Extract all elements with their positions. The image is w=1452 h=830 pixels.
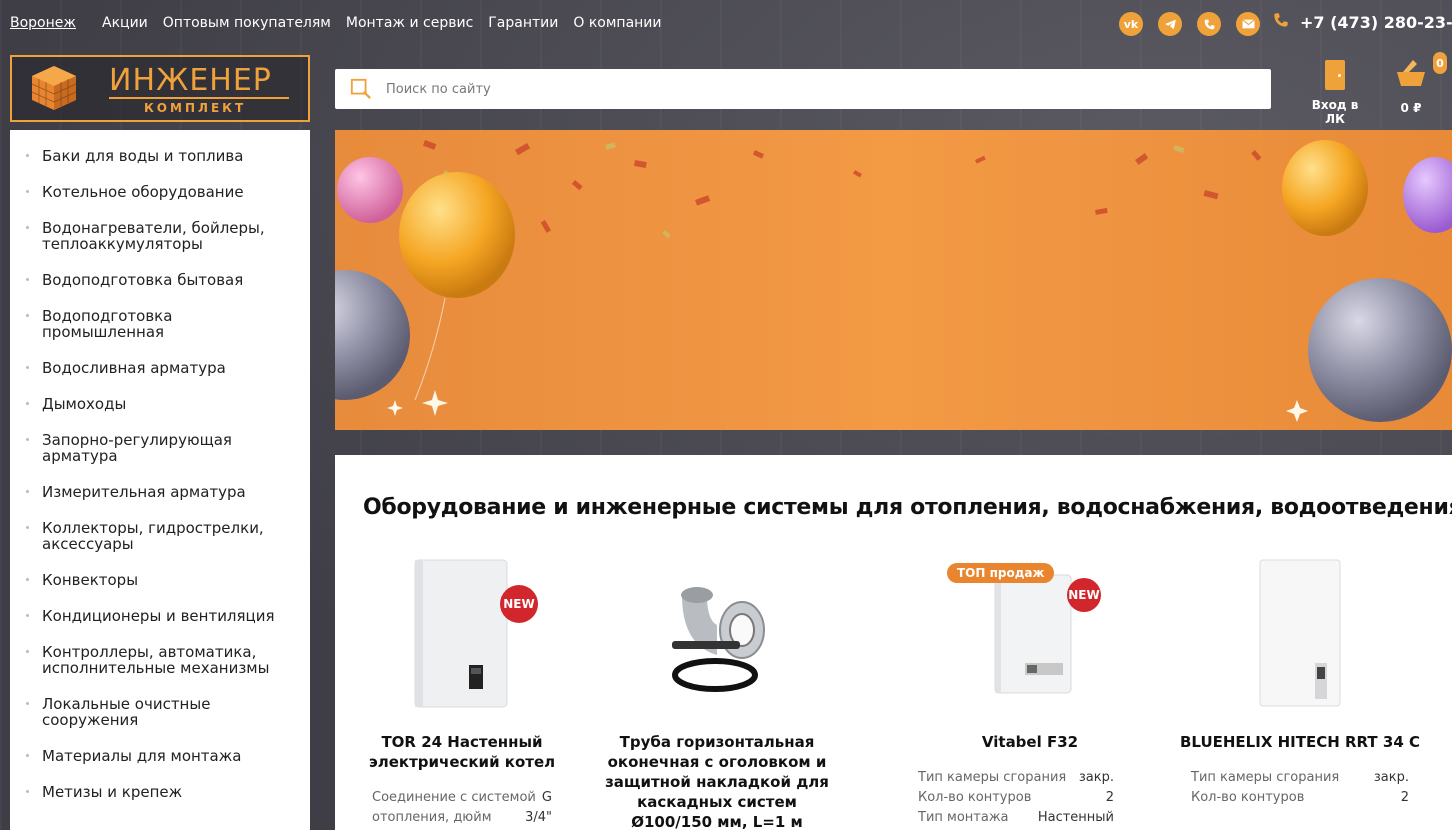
nav-link-promotions[interactable]: Акции: [102, 15, 148, 31]
door-icon: [1325, 60, 1345, 90]
search-icon[interactable]: [350, 78, 372, 100]
logo-divider: [109, 97, 289, 99]
category-item[interactable]: Запорно-регулирующая арматура: [10, 432, 310, 464]
site-logo[interactable]: ИНЖЕНЕР КОМПЛЕКТ: [10, 55, 310, 122]
category-item[interactable]: Водосливная арматура: [10, 360, 310, 376]
product-name[interactable]: Vitabel F32: [910, 732, 1150, 752]
category-item[interactable]: Водонагреватели, бойлеры, теплоаккумулят…: [10, 220, 310, 252]
nav-link-about[interactable]: О компании: [573, 15, 661, 31]
category-item[interactable]: Баки для воды и топлива: [10, 148, 310, 164]
product-specs: Соединение с системой G отопления, дюйм 3/…: [342, 788, 582, 828]
city-selector[interactable]: Воронеж: [10, 15, 76, 31]
category-sidebar: Баки для воды и топлива Котельное оборуд…: [10, 130, 310, 830]
product-specs: Тип камеры сгорания закр. Кол-во контуров…: [910, 768, 1150, 828]
social-links: vk: [1119, 12, 1260, 36]
spec-row: Тип камеры сгорания закр.: [1191, 770, 1409, 785]
boiler-image: [414, 559, 508, 708]
login-label: Вход в ЛК: [1311, 98, 1359, 126]
category-item[interactable]: Котельное оборудование: [10, 184, 310, 200]
category-item[interactable]: Водоподготовка промышленная: [10, 308, 310, 340]
new-badge: NEW: [1067, 578, 1101, 612]
spec-row: Соединение с системой G: [372, 790, 552, 805]
product-image[interactable]: [1225, 555, 1375, 710]
promo-banner[interactable]: [335, 130, 1452, 430]
cart-button[interactable]: 0 ₽: [1390, 58, 1432, 115]
spec-row: отопления, дюйм 3/4": [372, 810, 552, 825]
product-card[interactable]: Труба горизонтальная оконечная с оголовк…: [597, 555, 837, 830]
new-badge: NEW: [500, 585, 538, 623]
product-card[interactable]: NEW TOR 24 Настенный электрический котел…: [342, 555, 582, 828]
product-card[interactable]: BLUEHELIX HITECH RRT 34 C Тип камеры сго…: [1180, 555, 1420, 808]
search-input[interactable]: [386, 81, 1186, 97]
account-login[interactable]: Вход в ЛК: [1300, 60, 1370, 126]
product-image[interactable]: [642, 555, 792, 710]
cart-count-badge: 0: [1433, 52, 1447, 74]
boiler-image: [1259, 559, 1341, 707]
category-item[interactable]: Водоподготовка бытовая: [10, 272, 310, 288]
top-sales-badge: ТОП продаж: [947, 563, 1055, 583]
category-item[interactable]: Коллекторы, гидрострелки, аксессуары: [10, 520, 310, 552]
phone-number[interactable]: +7 (473) 280-23-23: [1300, 13, 1452, 32]
product-name[interactable]: TOR 24 Настенный электрический котел: [342, 732, 582, 772]
pipe-elbow-image: [672, 587, 765, 692]
product-name[interactable]: Труба горизонтальная оконечная с оголовк…: [597, 732, 837, 830]
telegram-icon[interactable]: [1158, 12, 1182, 36]
spec-row: Тип камеры сгорания закр.: [918, 770, 1114, 785]
category-item[interactable]: Измерительная арматура: [10, 484, 310, 500]
category-item[interactable]: Дымоходы: [10, 396, 310, 412]
spec-row: Кол-во контуров 2: [1191, 790, 1409, 805]
category-item[interactable]: Контроллеры, автоматика, исполнительные …: [10, 644, 310, 676]
product-specs: Тип камеры сгорания закр. Кол-во контуров…: [1180, 768, 1420, 808]
cart-total: 0 ₽: [1400, 101, 1422, 115]
top-nav: Акции Оптовым покупателям Монтаж и серви…: [102, 15, 662, 31]
category-item[interactable]: Локальные очистные сооружения: [10, 696, 310, 728]
category-item[interactable]: Метизы и крепеж: [10, 784, 310, 800]
product-image[interactable]: NEW: [387, 555, 538, 710]
category-item[interactable]: Конвекторы: [10, 572, 310, 588]
category-item[interactable]: Материалы для монтажа: [10, 748, 310, 764]
nav-link-warranty[interactable]: Гарантии: [488, 15, 558, 31]
phone-icon: [1273, 12, 1289, 33]
balloons-illustration: [335, 140, 1452, 422]
whatsapp-icon[interactable]: [1197, 12, 1221, 36]
cube-logo-icon: [31, 66, 77, 110]
nav-link-installation[interactable]: Монтаж и сервис: [346, 15, 473, 31]
top-bar: Воронеж Акции Оптовым покупателям Монтаж…: [0, 0, 1452, 48]
product-card[interactable]: ТОП продаж NEW Vitabel F32 Тип камеры сг…: [910, 555, 1150, 828]
logo-title: ИНЖЕНЕР: [109, 63, 272, 98]
product-name[interactable]: BLUEHELIX HITECH RRT 34 C: [1180, 732, 1420, 752]
search-bar: [335, 69, 1271, 109]
basket-icon: [1397, 60, 1425, 86]
nav-link-wholesale[interactable]: Оптовым покупателям: [163, 15, 331, 31]
vk-icon[interactable]: vk: [1119, 12, 1143, 36]
main-content: Оборудование и инженерные системы для от…: [335, 455, 1452, 830]
mail-icon[interactable]: [1236, 12, 1260, 36]
spec-row: Тип монтажа Настенный: [918, 810, 1114, 825]
page-heading: Оборудование и инженерные системы для от…: [363, 495, 1452, 520]
spec-row: Кол-во контуров 2: [918, 790, 1114, 805]
product-image[interactable]: ТОП продаж NEW: [947, 555, 1105, 710]
logo-subtitle: КОМПЛЕКТ: [144, 101, 247, 115]
category-item[interactable]: Кондиционеры и вентиляция: [10, 608, 310, 624]
